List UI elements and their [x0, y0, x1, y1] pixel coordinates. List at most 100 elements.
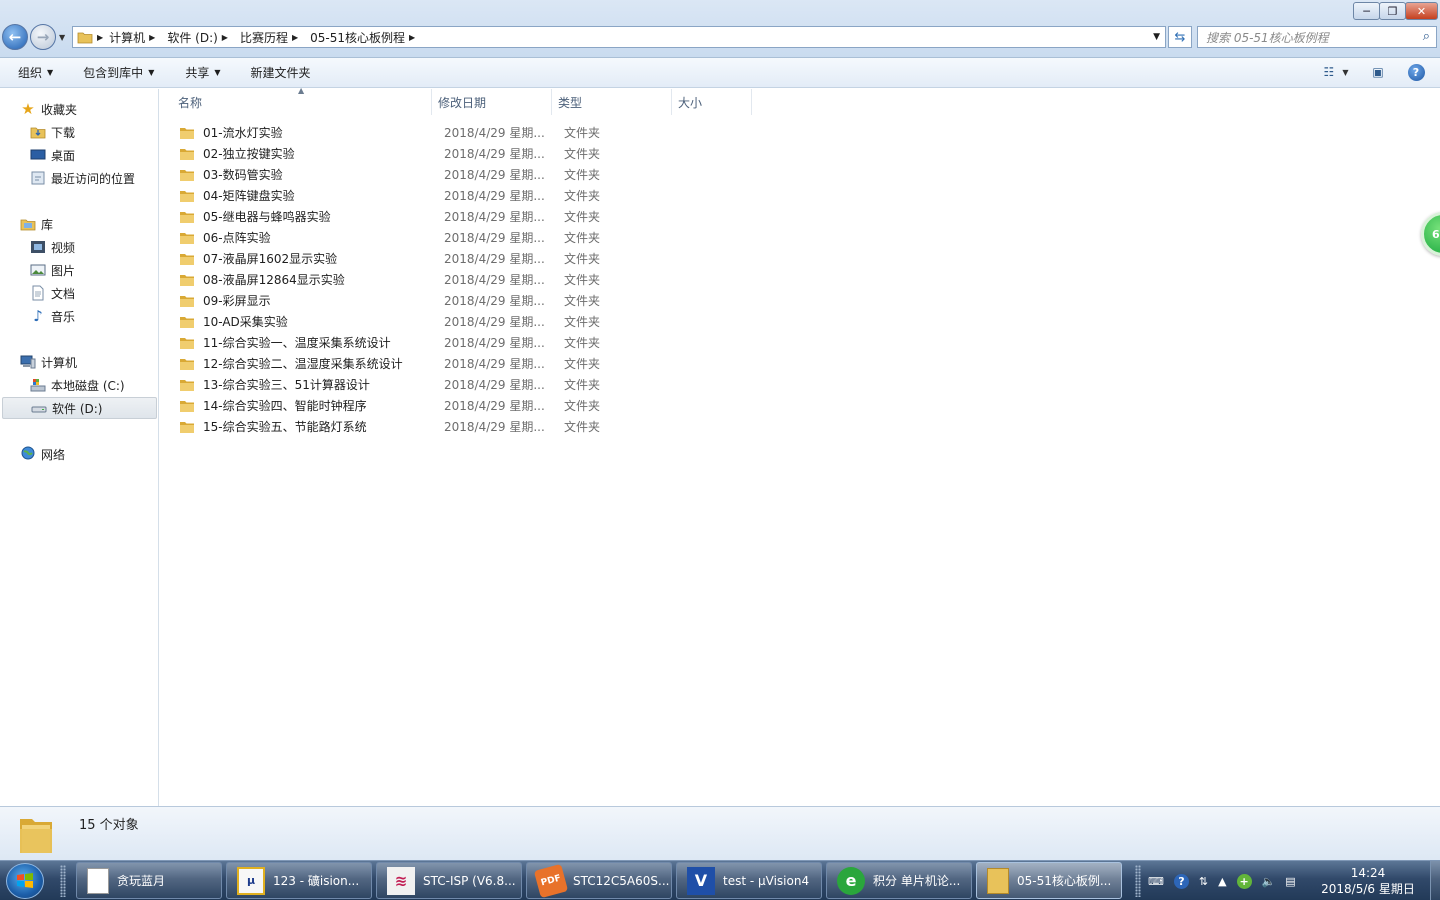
maximize-button[interactable]: ❐	[1379, 2, 1406, 20]
include-in-library-menu[interactable]: 包含到库中 ▼	[65, 64, 166, 81]
file-row[interactable]: 06-点阵实验 2018/4/29 星期... 文件夹	[174, 227, 874, 248]
forward-button[interactable]: →	[30, 24, 56, 50]
organize-menu[interactable]: 组织 ▼	[0, 64, 65, 81]
system-clock[interactable]: 14:24 2018/5/6 星期日	[1310, 865, 1426, 897]
file-row[interactable]: 04-矩阵键盘实验 2018/4/29 星期... 文件夹	[174, 185, 874, 206]
breadcrumb-current-folder[interactable]: 05-51核心板例程 ▶	[304, 29, 421, 46]
change-view-button[interactable]: ☷ ▼	[1323, 63, 1349, 81]
file-row[interactable]: 09-彩屏显示 2018/4/29 星期... 文件夹	[174, 290, 874, 311]
back-button[interactable]: ←	[2, 24, 28, 50]
folder-icon	[180, 190, 194, 202]
file-type: 文件夹	[564, 273, 601, 287]
file-type: 文件夹	[564, 315, 601, 329]
nav-label: 音乐	[51, 309, 76, 324]
breadcrumb-drive-d[interactable]: 软件 (D:) ▶	[161, 29, 234, 46]
file-row[interactable]: 12-综合实验二、温湿度采集系统设计 2018/4/29 星期... 文件夹	[174, 353, 874, 374]
nav-local-disk-c[interactable]: 本地磁盘 (C:)	[0, 374, 157, 396]
show-desktop-button[interactable]	[1430, 861, 1440, 900]
nav-desktop[interactable]: 桌面	[0, 144, 157, 166]
taskbar-button[interactable]: PDF STC12C5A60S...	[526, 862, 672, 899]
show-hidden-icons[interactable]: ▲	[1218, 875, 1226, 888]
preview-pane-button[interactable]: ▣	[1368, 63, 1388, 81]
address-bar[interactable]: ▶ 计算机 ▶ 软件 (D:) ▶ 比赛历程 ▶ 05-51核心板例程 ▶ ▼	[72, 26, 1166, 48]
column-header-type[interactable]: 类型	[552, 89, 672, 115]
nav-network[interactable]: 网络	[0, 443, 157, 465]
chevron-right-icon[interactable]: ▶	[149, 33, 155, 42]
taskbar-button-label: STC-ISP (V6.8...	[423, 873, 516, 888]
nav-favorites[interactable]: ★ 收藏夹	[0, 98, 157, 120]
file-row[interactable]: 02-独立按键实验 2018/4/29 星期... 文件夹	[174, 143, 874, 164]
file-row[interactable]: 14-综合实验四、智能时钟程序 2018/4/29 星期... 文件夹	[174, 395, 874, 416]
start-button[interactable]	[6, 863, 44, 899]
breadcrumb-competition[interactable]: 比赛历程 ▶	[234, 29, 304, 46]
nav-label: 网络	[41, 447, 66, 462]
taskbar-grip[interactable]	[60, 865, 66, 897]
search-icon[interactable]: ⌕	[1423, 29, 1430, 44]
breadcrumb-label: 05-51核心板例程	[310, 30, 405, 45]
downloads-folder-icon	[30, 124, 46, 140]
file-date: 2018/4/29 星期...	[444, 252, 545, 266]
breadcrumb-computer[interactable]: 计算机 ▶	[103, 29, 161, 46]
keyboard-icon[interactable]: ⌨	[1148, 875, 1164, 888]
file-date: 2018/4/29 星期...	[444, 210, 545, 224]
file-row[interactable]: 11-综合实验一、温度采集系统设计 2018/4/29 星期... 文件夹	[174, 332, 874, 353]
new-folder-button[interactable]: 新建文件夹	[233, 64, 323, 81]
minimize-button[interactable]: ─	[1353, 2, 1380, 20]
help-tray-icon[interactable]: ?	[1173, 873, 1189, 889]
taskbar-button[interactable]: Vtest - μVision4	[676, 862, 822, 899]
language-icon[interactable]: ⇅	[1199, 875, 1208, 888]
folder-icon	[180, 337, 194, 349]
share-label: 共享	[185, 66, 210, 80]
address-dropdown-icon[interactable]: ▼	[1153, 32, 1160, 42]
file-row[interactable]: 01-流水灯实验 2018/4/29 星期... 文件夹	[174, 122, 874, 143]
close-button[interactable]: ✕	[1405, 2, 1438, 20]
taskbar-button[interactable]: 贪玩蓝月	[76, 862, 222, 899]
nav-label: 计算机	[41, 355, 78, 370]
file-row[interactable]: 03-数码管实验 2018/4/29 星期... 文件夹	[174, 164, 874, 185]
computer-icon	[20, 354, 36, 370]
tray-grip[interactable]	[1135, 865, 1141, 897]
volume-icon[interactable]: 🔈	[1262, 875, 1276, 888]
chevron-right-icon[interactable]: ▶	[409, 33, 415, 42]
nav-documents[interactable]: 文档	[0, 282, 157, 304]
folder-icon	[180, 127, 194, 139]
file-row[interactable]: 05-继电器与蜂鸣器实验 2018/4/29 星期... 文件夹	[174, 206, 874, 227]
uvision4-icon: V	[687, 866, 715, 895]
nav-videos[interactable]: 视频	[0, 236, 157, 258]
chevron-right-icon[interactable]: ▶	[222, 33, 228, 42]
file-row[interactable]: 07-液晶屏1602显示实验 2018/4/29 星期... 文件夹	[174, 248, 874, 269]
nav-software-d[interactable]: 软件 (D:)	[2, 397, 157, 419]
taskbar-button[interactable]: ≋ STC-ISP (V6.8...	[376, 862, 522, 899]
share-menu[interactable]: 共享 ▼	[166, 64, 232, 81]
file-type: 文件夹	[564, 210, 601, 224]
file-row[interactable]: 13-综合实验三、51计算器设计 2018/4/29 星期... 文件夹	[174, 374, 874, 395]
nav-recent-places[interactable]: 最近访问的位置	[0, 167, 157, 189]
nav-libraries[interactable]: 库	[0, 213, 157, 235]
nav-downloads[interactable]: 下载	[0, 121, 157, 143]
nav-computer[interactable]: 计算机	[0, 351, 157, 373]
security-icon[interactable]: +	[1236, 873, 1252, 889]
file-row[interactable]: 08-液晶屏12864显示实验 2018/4/29 星期... 文件夹	[174, 269, 874, 290]
column-header-modified[interactable]: 修改日期	[432, 89, 552, 115]
network-tray-icon[interactable]: ▤	[1285, 875, 1295, 888]
preview-pane-icon: ▣	[1372, 65, 1384, 79]
file-date: 2018/4/29 星期...	[444, 357, 545, 371]
column-header-name[interactable]: ▲ 名称	[160, 86, 432, 115]
chevron-right-icon[interactable]: ▶	[292, 33, 298, 42]
taskbar-button[interactable]: 05-51核心板例...	[976, 862, 1122, 899]
help-button[interactable]: ?	[1406, 63, 1426, 81]
details-view-icon: ☷	[1323, 65, 1335, 79]
nav-music[interactable]: ♪ 音乐	[0, 305, 157, 327]
pdf-icon: PDF	[533, 863, 569, 898]
nav-pictures[interactable]: 图片	[0, 259, 157, 281]
file-row[interactable]: 15-综合实验五、节能路灯系统 2018/4/29 星期... 文件夹	[174, 416, 874, 437]
taskbar-button[interactable]: μ 123 - 礦ision...	[226, 862, 372, 899]
search-input[interactable]: 搜索 05-51核心板例程 ⌕	[1197, 26, 1437, 48]
file-type: 文件夹	[564, 147, 601, 161]
refresh-button[interactable]: ⇆	[1168, 26, 1192, 48]
file-row[interactable]: 10-AD采集实验 2018/4/29 星期... 文件夹	[174, 311, 874, 332]
column-header-size[interactable]: 大小	[672, 89, 752, 115]
recent-pages-dropdown[interactable]: ▼	[59, 33, 65, 42]
file-name: 12-综合实验二、温湿度采集系统设计	[203, 357, 403, 371]
taskbar-button[interactable]: e 积分 单片机论...	[826, 862, 972, 899]
